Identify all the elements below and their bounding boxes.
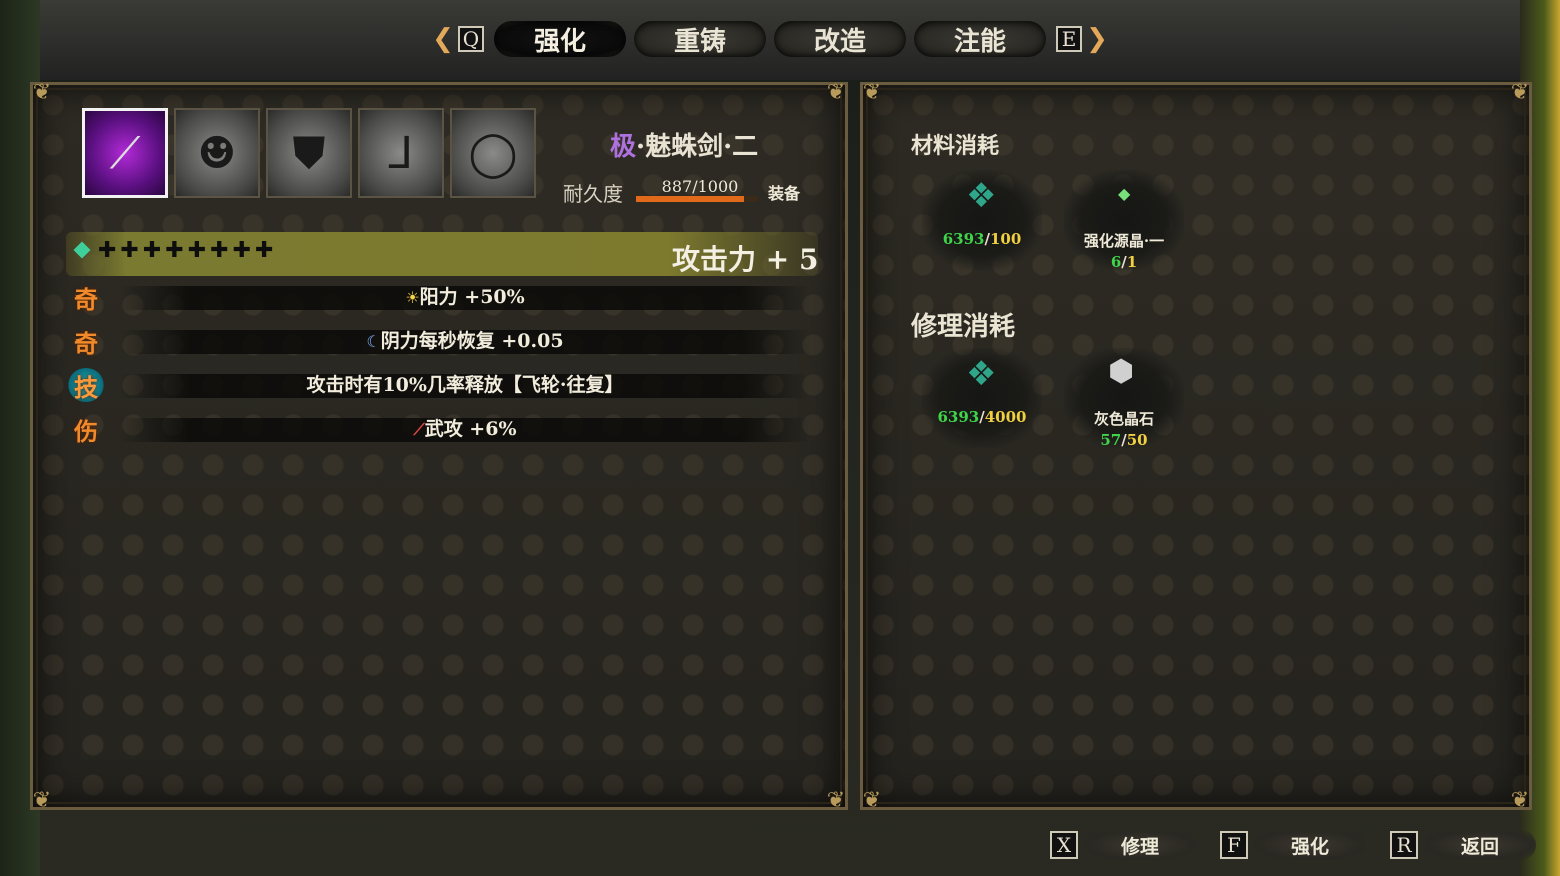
- corner-ornament-icon: ❦: [862, 79, 882, 105]
- count-need: 4000: [984, 408, 1027, 426]
- count-have: 6393: [942, 230, 985, 248]
- slot-helmet[interactable]: ☻: [174, 108, 260, 198]
- stat-value: 攻击时有10%几率释放【飞轮·往复】: [306, 374, 624, 396]
- durability-value: 887/1000: [661, 177, 739, 196]
- material-count: 57/50: [1100, 431, 1148, 449]
- chevron-left-icon[interactable]: ❮: [428, 24, 458, 54]
- next-tab-key[interactable]: E: [1056, 26, 1082, 52]
- ring-icon: ◯: [468, 127, 518, 179]
- stat-text: 攻击时有10%几率释放【飞轮·往复】: [120, 370, 810, 397]
- corner-ornament-icon: ❦: [1510, 79, 1530, 105]
- odd-stat-icon: 奇: [74, 328, 98, 358]
- stat-value: 阳力 +50%: [419, 286, 525, 308]
- attack-value: 攻击力 + 5: [672, 243, 819, 276]
- stat-text: ☀阳力 +50%: [120, 282, 810, 309]
- slot-armor[interactable]: ⛊: [266, 108, 352, 198]
- item-name: 极·魅蛛剑·二: [610, 126, 758, 163]
- repair-item[interactable]: ⬢ 灰色晶石 57/50: [1064, 348, 1184, 458]
- enhance-label[interactable]: 强化: [1254, 830, 1366, 860]
- skill-stat-icon: 技: [68, 368, 104, 402]
- equipped-label: 装备: [768, 184, 801, 203]
- back-key[interactable]: R: [1390, 831, 1418, 859]
- boots-icon: ⅃: [388, 127, 414, 179]
- repair-label[interactable]: 修理: [1084, 830, 1196, 860]
- tab-infuse[interactable]: 注能: [914, 21, 1046, 57]
- slot-ring[interactable]: ◯: [450, 108, 536, 198]
- material-count: 6393/100: [942, 230, 1022, 248]
- teal-crystal-icon: ❖: [966, 176, 997, 216]
- count-have: 57: [1100, 431, 1122, 449]
- material-name: 强化源晶·一: [1083, 232, 1165, 250]
- chest-armor-icon: ⛊: [292, 127, 326, 179]
- corner-ornament-icon: ❦: [1510, 787, 1530, 813]
- mask-icon: ☻: [197, 127, 237, 179]
- durability-label: 耐久度: [563, 182, 623, 206]
- dagger-icon: ⟋: [413, 420, 425, 439]
- corner-ornament-icon: ❦: [862, 787, 882, 813]
- item-rarity: 极: [610, 132, 637, 162]
- corner-ornament-icon: ❦: [32, 79, 52, 105]
- tab-bar: ❮ Q 强化 重铸 改造 注能 E ❯: [428, 20, 1112, 58]
- moon-icon: ☾: [366, 332, 381, 351]
- stat-row: 技 攻击时有10%几率释放【飞轮·往复】: [66, 368, 818, 404]
- stat-text: ⟋武攻 +6%: [120, 414, 810, 441]
- corner-ornament-icon: ❦: [32, 787, 52, 813]
- stat-row: 奇 ☾阴力每秒恢复 +0.05: [66, 324, 818, 360]
- durability-fill: [636, 196, 745, 202]
- count-need: 50: [1126, 431, 1148, 449]
- count-have: 6393: [937, 408, 980, 426]
- green-shard-icon: ◆: [1118, 184, 1131, 203]
- teal-crystal-icon: ❖: [966, 354, 997, 394]
- stat-text: ☾阴力每秒恢复 +0.05: [120, 326, 810, 353]
- repair-item[interactable]: ❖ 6393/4000: [922, 348, 1042, 458]
- slot-weapon[interactable]: ⟋: [82, 108, 168, 198]
- repair-title: 修理消耗: [911, 312, 1016, 342]
- corner-ornament-icon: ❦: [826, 787, 846, 813]
- tab-enhance[interactable]: 强化: [494, 21, 626, 57]
- equipment-slots: ⟋ ☻ ⛊ ⅃ ◯: [82, 108, 536, 198]
- odd-stat-icon: 奇: [74, 284, 98, 314]
- item-title: ·魅蛛剑·二: [636, 132, 759, 162]
- enhance-button[interactable]: F 强化: [1220, 830, 1366, 860]
- stat-value: 阴力每秒恢复 +0.05: [380, 330, 564, 352]
- enhance-key[interactable]: F: [1220, 831, 1248, 859]
- back-button[interactable]: R 返回: [1390, 830, 1536, 860]
- sun-icon: ☀: [405, 288, 420, 307]
- back-label[interactable]: 返回: [1424, 830, 1536, 860]
- count-have: 6: [1110, 253, 1122, 271]
- material-count: 6/1: [1110, 253, 1138, 271]
- material-count: 6393/4000: [937, 408, 1027, 426]
- count-need: 100: [989, 230, 1022, 248]
- upgrade-marks: ✚✚✚✚✚✚✚✚: [98, 238, 278, 263]
- damage-stat-icon: 伤: [74, 416, 98, 446]
- tab-modify[interactable]: 改造: [774, 21, 906, 57]
- material-name: 灰色晶石: [1093, 410, 1154, 428]
- slot-boots[interactable]: ⅃: [358, 108, 444, 198]
- stat-row: 奇 ☀阳力 +50%: [66, 280, 818, 316]
- count-need: 1: [1126, 253, 1138, 271]
- grey-crystal-icon: ⬢: [1108, 354, 1135, 389]
- corner-ornament-icon: ❦: [826, 79, 846, 105]
- materials-title: 材料消耗: [911, 133, 1000, 159]
- repair-button[interactable]: X 修理: [1050, 830, 1196, 860]
- material-item[interactable]: ❖ 6393/100: [922, 170, 1042, 280]
- stat-value: 武攻 +6%: [424, 418, 517, 440]
- repair-key[interactable]: X: [1050, 831, 1078, 859]
- tab-reforge[interactable]: 重铸: [634, 21, 766, 57]
- sword-icon: ⟋: [109, 127, 141, 179]
- material-item[interactable]: ◆ 强化源晶·一 6/1: [1064, 170, 1184, 280]
- durability-bar: [636, 196, 758, 202]
- stat-row: 伤 ⟋武攻 +6%: [66, 412, 818, 448]
- chevron-right-icon[interactable]: ❯: [1082, 24, 1112, 54]
- prev-tab-key[interactable]: Q: [458, 26, 484, 52]
